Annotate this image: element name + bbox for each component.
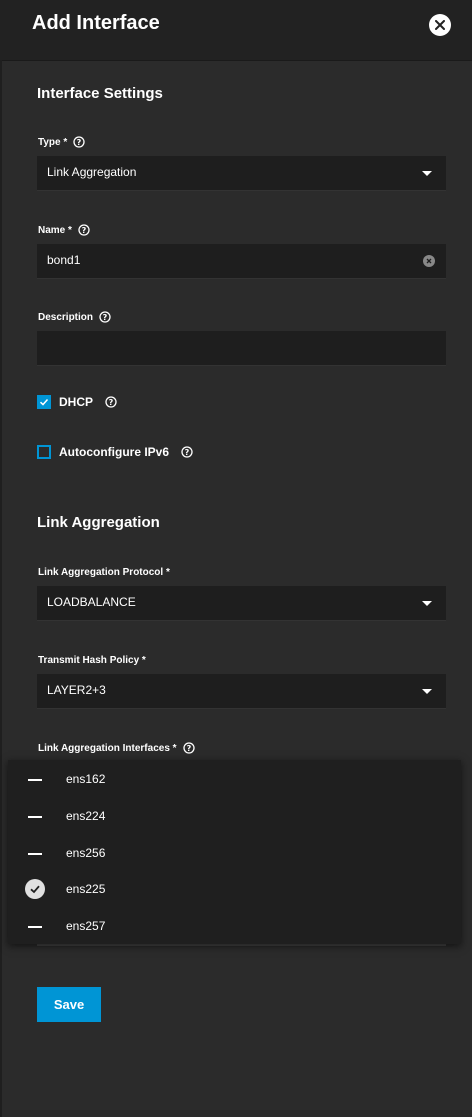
name-label: Name * ?: [38, 224, 90, 236]
lag-protocol-label-text: Link Aggregation Protocol *: [38, 567, 170, 578]
svg-text:?: ?: [186, 744, 191, 753]
type-select-value: Link Aggregation: [47, 165, 137, 179]
help-icon[interactable]: ?: [99, 311, 111, 323]
unchecked-dash-icon: [28, 816, 42, 818]
description-input[interactable]: [37, 331, 446, 366]
save-button[interactable]: Save: [37, 987, 101, 1022]
option-ens224[interactable]: ens224: [8, 797, 461, 833]
section-title-link-aggregation: Link Aggregation: [37, 514, 160, 531]
type-select[interactable]: Link Aggregation: [37, 156, 446, 191]
drawer-edge: [0, 60, 2, 1117]
help-icon[interactable]: ?: [73, 136, 85, 148]
name-input[interactable]: bond1: [37, 244, 446, 279]
option-ens225[interactable]: ens225: [8, 870, 461, 906]
check-circle-icon: [25, 879, 45, 899]
svg-text:?: ?: [185, 448, 190, 457]
unchecked-dash-icon: [28, 853, 42, 855]
hash-policy-value: LAYER2+3: [47, 683, 106, 697]
help-icon[interactable]: ?: [78, 224, 90, 236]
option-ens256[interactable]: ens256: [8, 834, 461, 870]
svg-text:?: ?: [109, 398, 114, 407]
unchecked-dash-icon: [28, 926, 42, 928]
check-icon: [39, 398, 49, 406]
dhcp-checkbox-row[interactable]: DHCP ?: [37, 395, 117, 409]
chevron-down-icon: [422, 689, 432, 694]
section-title-interface-settings: Interface Settings: [37, 85, 163, 102]
option-label: ens256: [66, 846, 106, 860]
description-label-text: Description: [38, 311, 94, 323]
clear-icon[interactable]: [423, 255, 435, 267]
option-ens257[interactable]: ens257: [8, 907, 461, 943]
page-title: Add Interface: [32, 12, 160, 34]
unchecked-dash-icon: [28, 779, 42, 781]
type-label-text: Type *: [38, 136, 68, 148]
chevron-down-icon: [422, 171, 432, 176]
lag-interfaces-label: Link Aggregation Interfaces * ?: [38, 742, 195, 754]
option-label: ens225: [66, 882, 106, 896]
option-label: ens162: [66, 772, 106, 786]
help-icon[interactable]: ?: [181, 446, 193, 458]
drawer-header: Add Interface: [0, 0, 472, 61]
dhcp-label: DHCP: [59, 395, 94, 409]
type-label: Type * ?: [38, 136, 85, 148]
svg-text:?: ?: [77, 138, 82, 147]
name-input-value: bond1: [47, 253, 81, 267]
close-button[interactable]: [429, 14, 451, 36]
help-icon[interactable]: ?: [182, 742, 195, 754]
lag-interfaces-dropdown: ens162 ens224 ens256 ens225 ens257: [8, 760, 461, 944]
lag-protocol-select[interactable]: LOADBALANCE: [37, 586, 446, 621]
option-ens162[interactable]: ens162: [8, 760, 461, 796]
svg-text:?: ?: [82, 226, 87, 235]
lag-protocol-value: LOADBALANCE: [47, 595, 136, 609]
hash-policy-select[interactable]: LAYER2+3: [37, 674, 446, 709]
name-label-text: Name *: [38, 224, 72, 236]
lag-interfaces-select-underline: [37, 944, 446, 946]
svg-text:?: ?: [103, 313, 108, 322]
option-label: ens224: [66, 809, 106, 823]
help-icon[interactable]: ?: [105, 396, 117, 408]
ipv6-checkbox-row[interactable]: Autoconfigure IPv6 ?: [37, 445, 193, 459]
close-icon: [435, 20, 445, 30]
hash-policy-label-text: Transmit Hash Policy *: [38, 655, 146, 666]
option-label: ens257: [66, 919, 106, 933]
chevron-down-icon: [422, 601, 432, 606]
ipv6-checkbox[interactable]: [37, 445, 51, 459]
description-label: Description ?: [38, 311, 111, 323]
hash-policy-label: Transmit Hash Policy *: [38, 655, 146, 666]
dhcp-checkbox[interactable]: [37, 395, 51, 409]
ipv6-label: Autoconfigure IPv6: [59, 445, 170, 459]
lag-protocol-label: Link Aggregation Protocol *: [38, 567, 170, 578]
lag-interfaces-label-text: Link Aggregation Interfaces *: [38, 742, 177, 754]
